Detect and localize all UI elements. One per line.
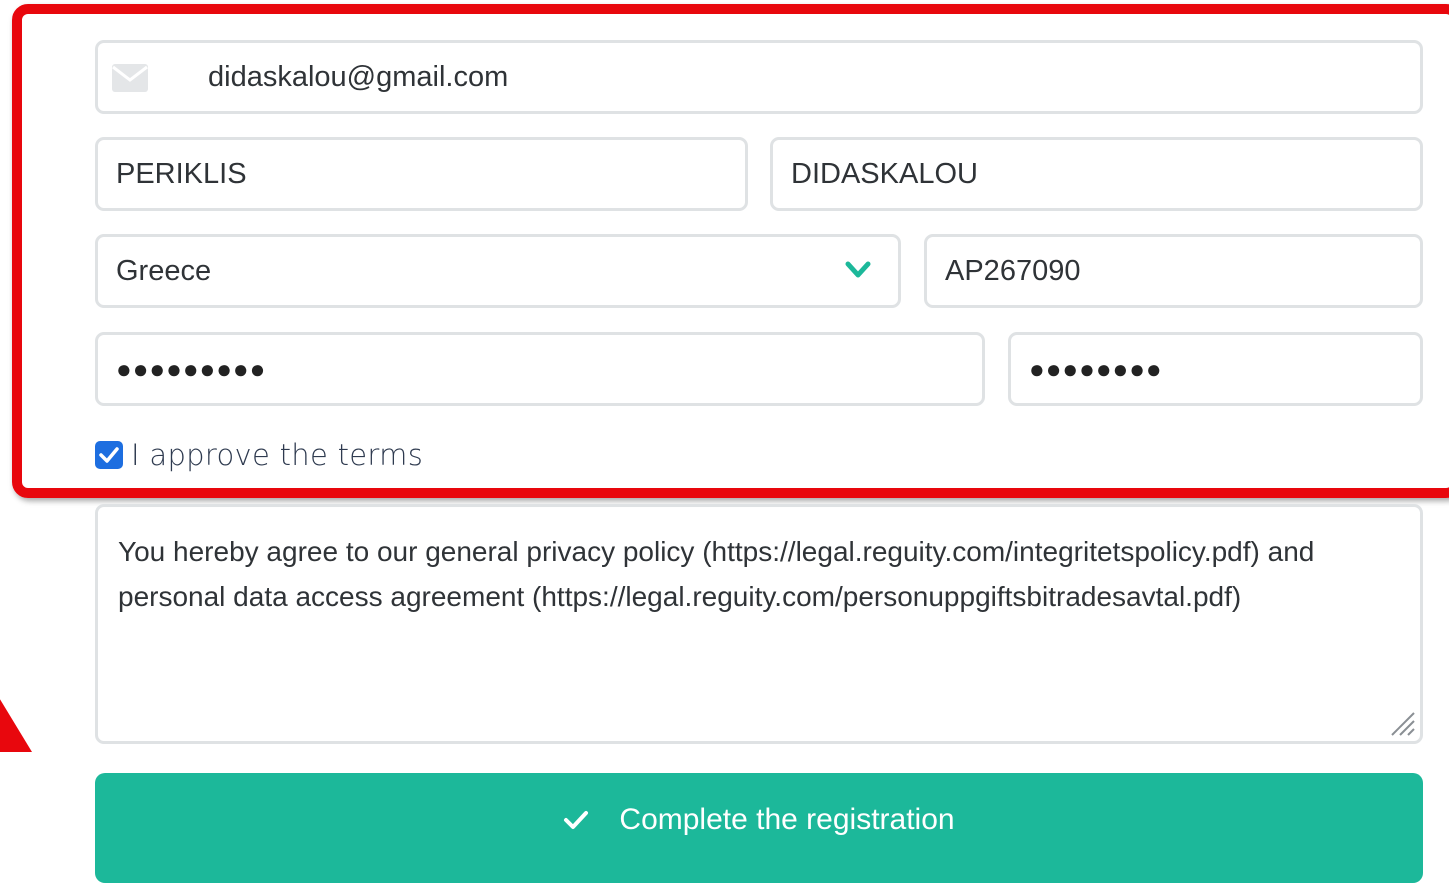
check-icon [99, 447, 119, 463]
terms-row: I approve the terms [95, 438, 423, 472]
terms-label[interactable]: I approve the terms [131, 438, 423, 472]
email-value: didaskalou@gmail.com [208, 60, 509, 93]
chevron-down-icon [845, 261, 871, 278]
last-name-field[interactable]: DIDASKALOU [770, 137, 1423, 211]
annotation-arrow [0, 699, 32, 752]
mail-icon [112, 64, 148, 92]
country-value: Greece [116, 254, 212, 287]
password-masked: ●●●●●●●●● [116, 354, 267, 384]
passport-value: AP267090 [945, 254, 1081, 287]
country-select[interactable]: Greece [95, 234, 901, 308]
password-field[interactable]: ●●●●●●●●● [95, 332, 985, 406]
email-field[interactable]: didaskalou@gmail.com [95, 40, 1423, 114]
confirm-password-field[interactable]: ●●●●●●●● [1008, 332, 1423, 406]
first-name-field[interactable]: PERIKLIS [95, 137, 748, 211]
policy-text: You hereby agree to our general privacy … [118, 536, 1315, 612]
terms-checkbox[interactable] [95, 441, 123, 469]
confirm-password-masked: ●●●●●●●● [1029, 354, 1163, 384]
complete-registration-label: Complete the registration [619, 803, 955, 836]
check-icon [564, 811, 589, 829]
policy-textarea[interactable]: You hereby agree to our general privacy … [95, 504, 1423, 744]
first-name-value: PERIKLIS [116, 157, 247, 190]
resize-handle-icon[interactable] [1386, 707, 1416, 737]
passport-field[interactable]: AP267090 [924, 234, 1423, 308]
last-name-value: DIDASKALOU [791, 157, 978, 190]
